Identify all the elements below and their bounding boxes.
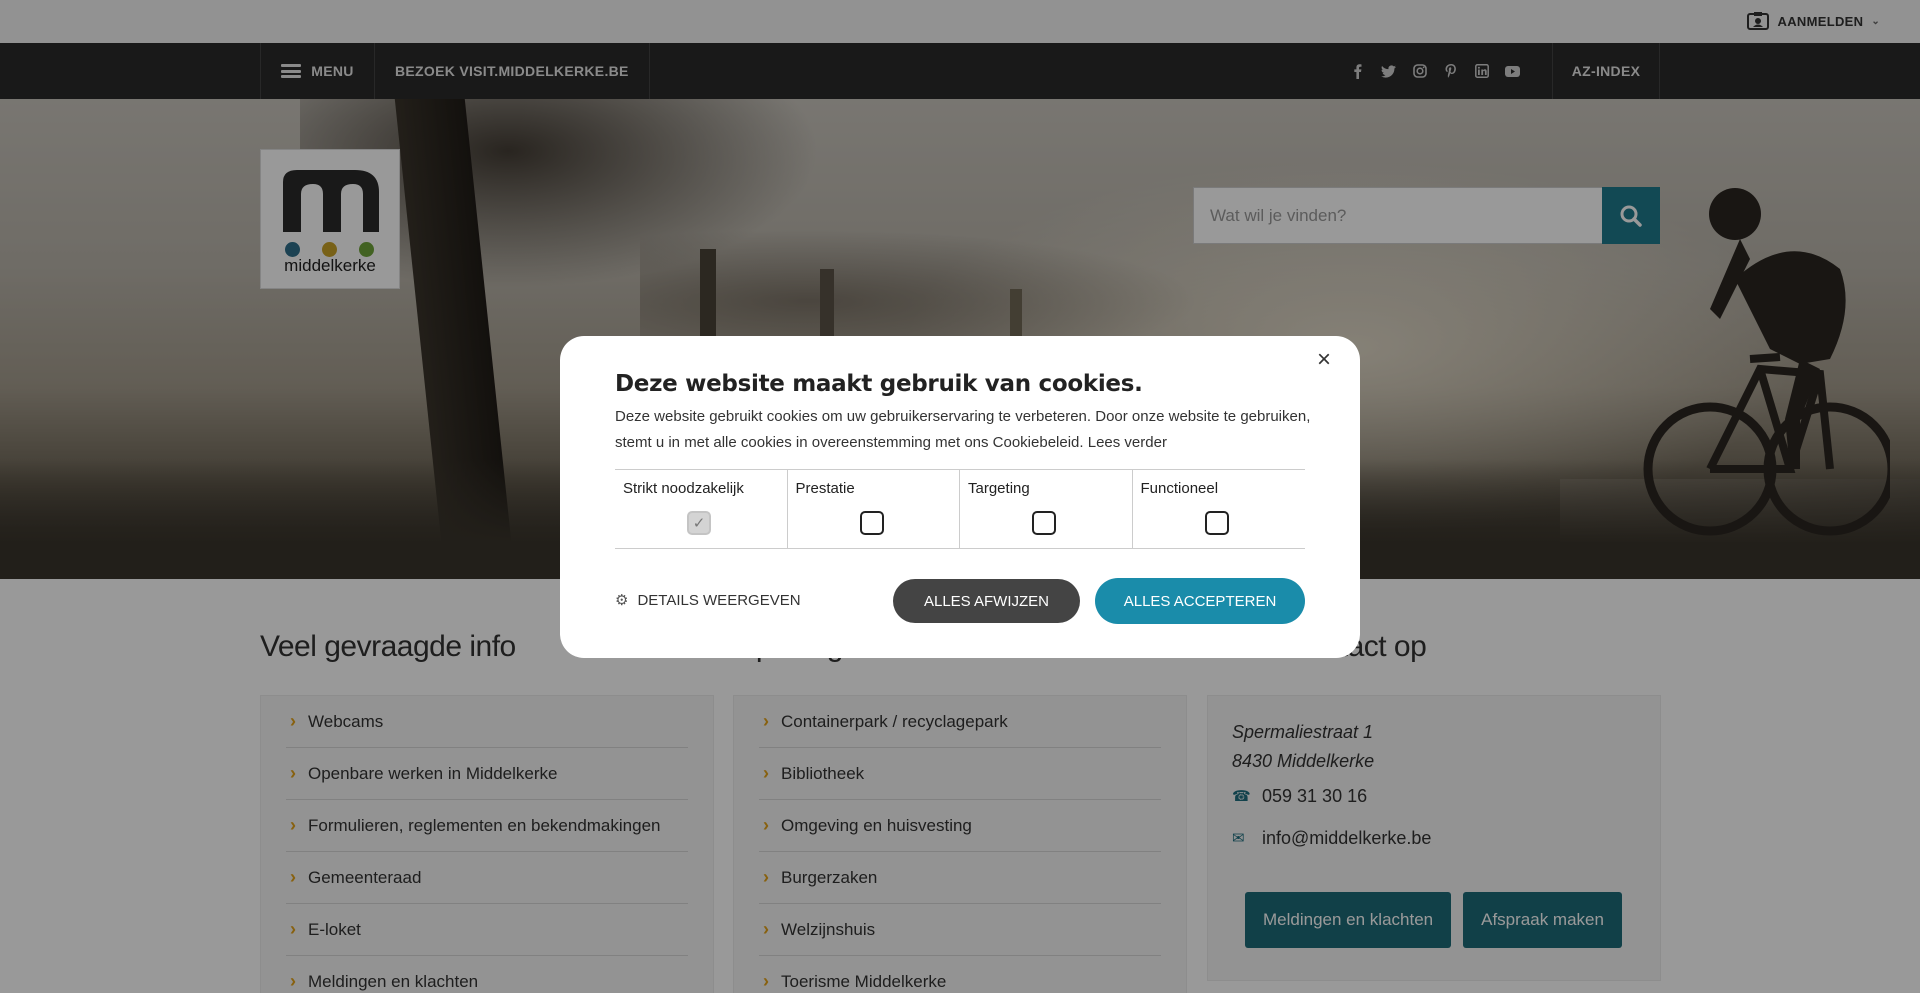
category-label: Functioneel	[1140, 480, 1219, 497]
category-label: Strikt noodzakelijk	[623, 480, 744, 497]
accept-all-button[interactable]: ALLES ACCEPTEREN	[1095, 578, 1305, 624]
category-performance: Prestatie	[788, 470, 960, 548]
read-more-link[interactable]: Lees verder	[1088, 434, 1167, 451]
details-label: DETAILS WEERGEVEN	[637, 591, 801, 609]
performance-checkbox[interactable]	[859, 511, 884, 535]
gear-icon: ⚙	[615, 592, 629, 609]
cookie-description: Deze website gebruikt cookies om uw gebr…	[615, 408, 1311, 451]
category-targeting: Targeting	[960, 470, 1133, 548]
close-icon[interactable]: ×	[1312, 348, 1336, 372]
show-details-button[interactable]: ⚙ DETAILS WEERGEVEN	[615, 591, 801, 610]
functional-checkbox[interactable]	[1204, 511, 1229, 535]
category-label: Targeting	[968, 480, 1030, 497]
category-label: Prestatie	[795, 480, 855, 497]
strict-checkbox: ✓	[687, 511, 711, 535]
category-strict: Strikt noodzakelijk ✓	[615, 470, 788, 548]
targeting-checkbox[interactable]	[1032, 511, 1056, 535]
cookie-title: Deze website maakt gebruik van cookies.	[615, 371, 1143, 397]
reject-all-button[interactable]: ALLES AFWIJZEN	[893, 579, 1080, 623]
cookie-categories: Strikt noodzakelijk ✓ Prestatie Targetin…	[615, 469, 1305, 549]
cookie-consent-dialog: × Deze website maakt gebruik van cookies…	[560, 336, 1360, 658]
category-functional: Functioneel	[1133, 470, 1306, 548]
